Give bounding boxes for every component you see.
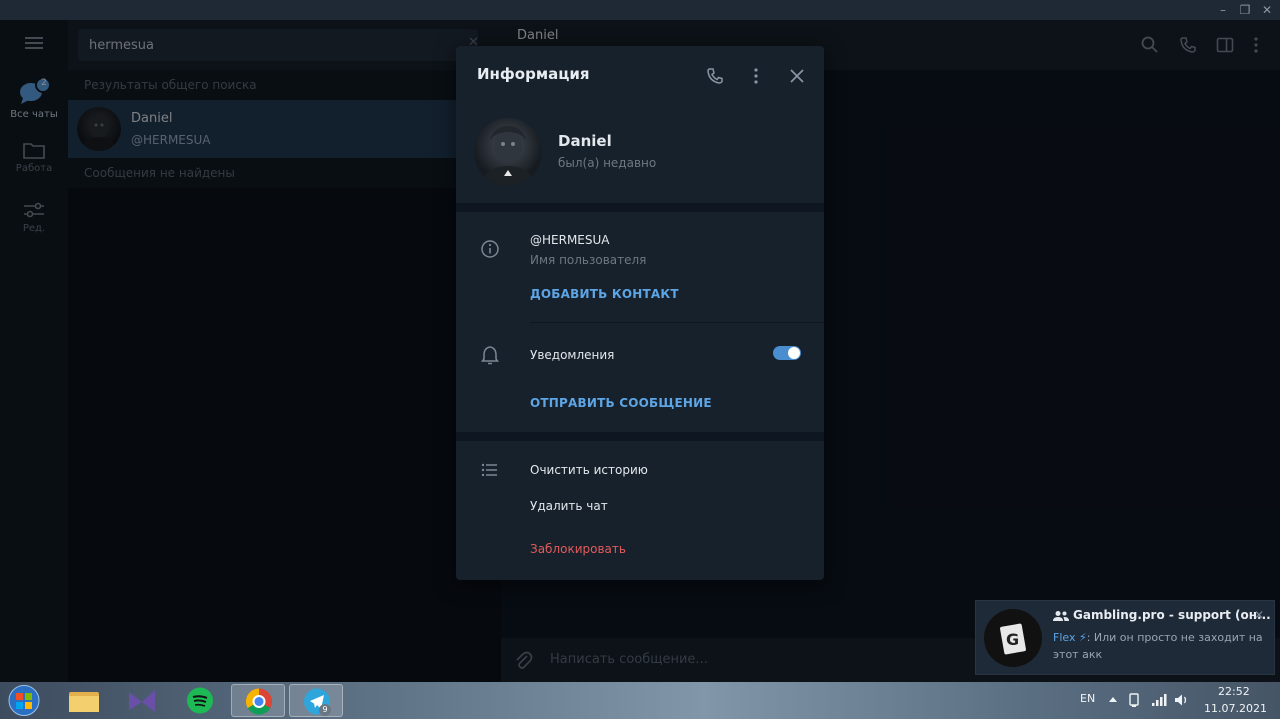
info-icon bbox=[481, 240, 499, 258]
folder-icon bbox=[69, 692, 99, 712]
notifications-toggle[interactable] bbox=[773, 346, 801, 360]
language-indicator[interactable]: EN bbox=[1080, 692, 1095, 705]
clear-history-button[interactable]: Очистить историю bbox=[530, 463, 648, 477]
toast-title: Gambling.pro - support (он... bbox=[1073, 608, 1271, 622]
section-divider bbox=[456, 203, 824, 212]
close-icon[interactable] bbox=[786, 65, 808, 87]
group-avatar: G bbox=[984, 609, 1042, 667]
clock-date[interactable]: 11.07.2021 bbox=[1204, 702, 1267, 715]
add-contact-button[interactable]: ДОБАВИТЬ КОНТАКТ bbox=[530, 287, 679, 301]
taskbar-chrome[interactable] bbox=[231, 684, 285, 717]
section-divider bbox=[456, 432, 824, 441]
tray-expand-icon[interactable] bbox=[1108, 695, 1118, 703]
profile-name: Daniel bbox=[558, 132, 612, 150]
profile-username[interactable]: @HERMESUA bbox=[530, 233, 610, 247]
spotify-icon bbox=[187, 687, 213, 714]
window-titlebar: – ❐ ✕ bbox=[0, 0, 1280, 20]
profile-status: был(а) недавно bbox=[558, 156, 657, 170]
telegram-badge: 9 bbox=[319, 704, 331, 716]
start-button[interactable] bbox=[6, 684, 42, 717]
svg-text:G: G bbox=[1006, 630, 1019, 649]
toast-close-icon[interactable]: ✕ bbox=[1254, 608, 1264, 622]
taskbar-spotify[interactable] bbox=[173, 684, 227, 717]
windows-logo-icon bbox=[8, 685, 40, 716]
username-caption: Имя пользователя bbox=[530, 253, 647, 267]
row-divider bbox=[530, 322, 824, 323]
send-message-button[interactable]: ОТПРАВИТЬ СООБЩЕНИЕ bbox=[530, 396, 712, 410]
toast-sender: Flex ⚡ bbox=[1053, 631, 1087, 644]
telegram-icon bbox=[304, 688, 330, 715]
more-vert-icon[interactable] bbox=[745, 65, 767, 87]
toggle-knob bbox=[788, 347, 800, 359]
taskbar-visual-studio[interactable] bbox=[115, 684, 169, 717]
block-user-button[interactable]: Заблокировать bbox=[530, 542, 626, 556]
bell-icon bbox=[481, 346, 499, 365]
clock-time[interactable]: 22:52 bbox=[1218, 685, 1250, 698]
profile-avatar[interactable] bbox=[474, 118, 542, 186]
network-signal-icon[interactable] bbox=[1151, 693, 1167, 707]
phone-icon[interactable] bbox=[704, 65, 726, 87]
toast-body: Flex ⚡: Или он просто не заходит на этот… bbox=[1053, 629, 1263, 663]
modal-title: Информация bbox=[477, 65, 590, 83]
volume-icon[interactable] bbox=[1174, 693, 1190, 707]
chrome-icon bbox=[245, 688, 272, 715]
group-icon bbox=[1053, 611, 1069, 621]
usb-device-icon[interactable] bbox=[1127, 692, 1141, 708]
list-icon bbox=[481, 463, 497, 477]
info-modal: Информация Daniel был(а) недавно @HERMES… bbox=[456, 46, 824, 580]
notifications-label: Уведомления bbox=[530, 348, 615, 362]
visual-studio-icon bbox=[129, 690, 155, 712]
close-window-button[interactable]: ✕ bbox=[1254, 0, 1280, 20]
taskbar-telegram[interactable]: 9 bbox=[289, 684, 343, 717]
notification-toast[interactable]: G Gambling.pro - support (он... ✕ Flex ⚡… bbox=[975, 600, 1275, 675]
taskbar-explorer[interactable] bbox=[57, 684, 111, 717]
delete-chat-button[interactable]: Удалить чат bbox=[530, 499, 608, 513]
windows-taskbar: 9 EN 22:52 11.07.2021 bbox=[0, 682, 1280, 719]
